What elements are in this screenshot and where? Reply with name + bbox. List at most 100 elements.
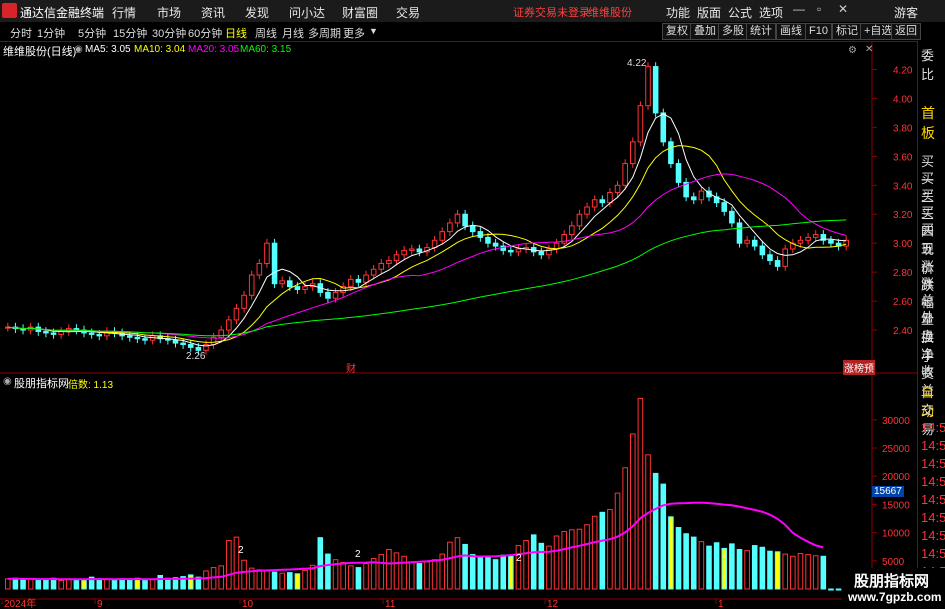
settings-icon[interactable]: ⚙ [848,45,857,56]
volume-bar [287,572,293,590]
ma60-label: MA60: 3.15 [240,44,292,55]
price-tick-label: 2.80 [893,268,913,279]
volume-bar [736,549,743,590]
candle-body [812,234,819,238]
volume-bar [149,578,156,590]
volume-bar [96,578,103,590]
indicator-param: 倍数: 1.13 [68,380,114,391]
period-daily[interactable]: 日线 [225,25,247,41]
candle-body [378,262,385,270]
side-time: 14:56 [921,546,945,561]
close-icon[interactable]: ✕ [838,2,848,16]
candle-body [492,242,499,247]
volume-bar [835,588,842,591]
period-60min[interactable]: 60分钟 [188,25,222,41]
volume-bar [675,527,682,590]
dropdown-arrow-icon[interactable]: ▼ [369,26,378,36]
btn-overlay[interactable]: 叠加 [690,23,720,40]
date-tick-label: 11 [385,599,396,609]
candle-body [690,196,697,201]
side-time: 14:56 [921,474,945,489]
volume-bar [20,578,26,590]
period-intraday[interactable]: 分时 [10,25,32,41]
candle-body [736,222,743,244]
btn-back[interactable]: 返回 [891,23,921,40]
side-time: 14:56 [921,438,945,453]
volume-bar [530,534,537,590]
close-panel-icon[interactable]: ✕ [865,44,873,55]
volume-bar [271,571,278,590]
menu-wealth-circle[interactable]: 财富圈 [342,4,378,21]
price-tick-label: 3.00 [893,239,913,250]
minimize-icon[interactable]: — [793,2,805,16]
menu-quotes[interactable]: 行情 [112,4,136,21]
period-5min[interactable]: 5分钟 [78,25,106,41]
candle-body [485,236,491,244]
volume-bar [523,540,529,590]
candle-body [462,213,468,227]
candle-body [370,268,377,276]
btn-draw[interactable]: 画线 [776,23,806,40]
candle-body [126,335,133,338]
candle-body [614,184,621,194]
candle-body [508,249,514,253]
menu-discover[interactable]: 发现 [245,4,269,21]
volume-bar [264,570,270,590]
kline-chart[interactable]: 4.20 4.00 3.80 3.60 3.40 3.20 3.00 2.80 2.60 2.40… [0,41,917,609]
user-guest[interactable]: 游客 [894,4,918,21]
menu-function[interactable]: 功能 [666,4,690,21]
side-time: 14:56 [921,420,945,435]
candle-body [408,248,415,251]
menu-layout[interactable]: 版面 [697,4,721,21]
btn-f10[interactable]: F10 [805,23,832,40]
volume-bar [576,528,583,590]
side-weibi: 委比 [921,48,935,82]
volume-bar [454,537,461,590]
btn-adjust[interactable]: 复权 [662,23,692,40]
menu-trade[interactable]: 交易 [396,4,420,21]
volume-bar [500,554,507,590]
side-time: 14:56 [921,456,945,471]
volume-bar [790,555,796,590]
volume-bar [584,524,590,590]
volume-bar [203,570,209,590]
limit-up-marker[interactable]: 涨榜预 [843,360,875,375]
period-more[interactable]: 更多 [343,25,365,41]
candle-body [744,239,750,244]
candle-body [439,231,446,241]
legend-toggle-icon[interactable]: ◉ [74,44,83,55]
candle-body [248,274,255,296]
menu-formula[interactable]: 公式 [728,4,752,21]
period-30min[interactable]: 30分钟 [152,25,186,41]
volume-bar [729,543,735,590]
menu-news[interactable]: 资讯 [201,4,225,21]
volume-bar [462,543,468,590]
candle-body [401,249,407,256]
price-tick-label: 4.20 [893,65,913,76]
period-1min[interactable]: 1分钟 [37,25,65,41]
login-status[interactable]: 证券交易未登录 [513,4,590,20]
period-weekly[interactable]: 周线 [255,25,277,41]
period-15min[interactable]: 15分钟 [113,25,147,41]
candle-body [416,248,423,253]
menu-ask-xiaoda[interactable]: 问小达 [289,4,325,21]
indicator-toggle-icon[interactable]: ◉ [3,376,12,387]
volume-bar [187,574,194,590]
btn-stats[interactable]: 统计 [746,23,776,40]
btn-multi-stock[interactable]: 多股 [718,23,748,40]
volume-bar [424,561,430,590]
candle-body [797,239,804,244]
mark-label: 2 [238,545,244,556]
volume-tick-label: 10000 [882,529,910,540]
ma20-label: MA20: 3.05 [188,44,240,55]
volume-bar [599,511,606,590]
restore-icon[interactable]: ▫ [817,2,821,16]
menu-market[interactable]: 市场 [157,4,181,21]
period-monthly[interactable]: 月线 [282,25,304,41]
volume-bar [386,549,392,590]
finance-marker[interactable]: 财 [346,360,356,375]
btn-mark[interactable]: 标记 [832,23,862,40]
volume-bar [378,554,385,590]
period-multi[interactable]: 多周期 [308,25,341,41]
menu-options[interactable]: 选项 [759,4,783,21]
